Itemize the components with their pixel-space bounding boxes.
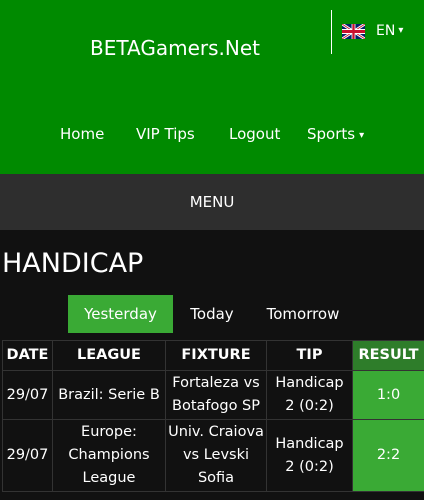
table-row: 29/07 Europe: Champions League Univ. Cra… xyxy=(2,419,424,492)
nav-vip-tips[interactable]: VIP Tips xyxy=(136,124,195,144)
nav-home[interactable]: Home xyxy=(60,124,104,144)
cell-result: 2:2 xyxy=(352,419,424,492)
menu-bar: MENU xyxy=(0,174,424,230)
language-divider xyxy=(331,10,332,54)
language-selector[interactable]: EN ▾ xyxy=(342,20,403,42)
table-header-row: DATE LEAGUE FIXTURE TIP RESULT xyxy=(2,340,424,371)
nav-sports-label: Sports xyxy=(307,125,356,143)
column-header-league: LEAGUE xyxy=(52,340,166,371)
tab-tomorrow[interactable]: Tomorrow xyxy=(256,295,350,333)
cell-league: Brazil: Serie B xyxy=(52,370,166,420)
page-title: HANDICAP xyxy=(2,248,144,279)
tab-yesterday[interactable]: Yesterday xyxy=(68,295,173,333)
nav-sports[interactable]: Sports ▾ xyxy=(307,124,364,146)
cell-tip: Handicap 2 (0:2) xyxy=(266,419,353,492)
site-header: BETAGamers.Net EN ▾ Home VIP Tips Logout… xyxy=(0,0,424,174)
column-header-fixture: FIXTURE xyxy=(165,340,267,371)
cell-fixture: Univ. Craiova vs Levski Sofia xyxy=(165,419,267,492)
tips-table: DATE LEAGUE FIXTURE TIP RESULT 29/07 Bra… xyxy=(2,340,424,492)
cell-date: 29/07 xyxy=(2,419,53,492)
column-header-tip: TIP xyxy=(266,340,353,371)
cell-date: 29/07 xyxy=(2,370,53,420)
site-brand[interactable]: BETAGamers.Net xyxy=(90,35,260,61)
chevron-down-icon: ▾ xyxy=(359,130,365,141)
cell-tip: Handicap 2 (0:2) xyxy=(266,370,353,420)
nav-logout[interactable]: Logout xyxy=(229,124,280,144)
cell-league: Europe: Champions League xyxy=(52,419,166,492)
cell-fixture: Fortaleza vs Botafogo SP xyxy=(165,370,267,420)
table-row: 29/07 Brazil: Serie B Fortaleza vs Botaf… xyxy=(2,370,424,420)
chevron-down-icon: ▾ xyxy=(398,25,404,36)
column-header-date: DATE xyxy=(2,340,53,371)
menu-toggle[interactable]: MENU xyxy=(0,193,424,211)
language-code: EN xyxy=(376,23,396,39)
main-nav: Home VIP Tips Logout Sports ▾ xyxy=(0,124,424,144)
tab-today[interactable]: Today xyxy=(180,295,244,333)
uk-flag-icon xyxy=(342,23,365,39)
column-header-result: RESULT xyxy=(352,340,424,371)
cell-result: 1:0 xyxy=(352,370,424,420)
